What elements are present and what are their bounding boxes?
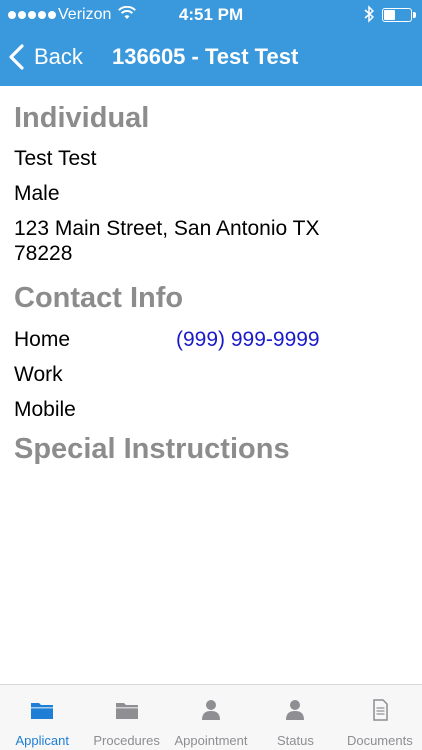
tab-label: Applicant [15, 733, 69, 748]
nav-bar: Back 136605 - Test Test [0, 30, 422, 86]
contact-type-label: Work [14, 362, 63, 386]
individual-heading: Individual [14, 102, 150, 134]
tab-documents[interactable]: Documents [338, 685, 422, 750]
tab-status[interactable]: Status [253, 685, 337, 750]
bluetooth-icon [364, 5, 374, 23]
tab-label: Documents [346, 733, 413, 748]
tab-bar: Applicant Procedures Appointment Status [0, 684, 422, 750]
status-time: 4:51 PM [178, 5, 244, 24]
special-instructions-heading: Special Instructions [14, 433, 290, 465]
status-bar: Verizon 4:51 PM [0, 0, 422, 30]
contact-row-home: Home (999) 999-9999 [14, 322, 414, 357]
home-phone-link[interactable]: (999) 999-9999 [176, 328, 320, 352]
detail-content: Individual Test Test Male 123 Main Stree… [14, 100, 414, 467]
person-icon [286, 700, 305, 720]
applicant-name: Test Test [14, 147, 97, 170]
document-icon [373, 699, 388, 721]
tab-procedures[interactable]: Procedures [84, 685, 168, 750]
contact-type-label: Mobile [14, 397, 76, 421]
back-button[interactable]: Back [8, 40, 83, 74]
folder-icon [115, 703, 138, 719]
individual-section: Individual Test Test Male 123 Main Stree… [14, 100, 414, 266]
back-label: Back [34, 44, 83, 69]
contact-detail-screen: Verizon 4:51 PM Back 136605 - Test Test … [0, 0, 422, 750]
folder-icon [31, 703, 54, 719]
contact-list: Home (999) 999-9999 Work Mobile [14, 322, 414, 427]
person-icon [202, 700, 221, 720]
contact-row-work: Work [14, 357, 414, 392]
tab-applicant[interactable]: Applicant [0, 685, 84, 750]
contact-type-label: Home [14, 327, 71, 351]
contact-row-mobile: Mobile [14, 392, 414, 427]
header: Verizon 4:51 PM Back 136605 - Test Test [0, 0, 422, 86]
chevron-left-icon [9, 44, 24, 70]
page-title: 136605 - Test Test [112, 44, 299, 69]
tab-label: Procedures [93, 733, 160, 748]
applicant-address: 123 Main Street, San Antonio TX 78228 [14, 217, 320, 265]
tab-label: Status [276, 733, 314, 748]
tab-appointment[interactable]: Appointment [169, 685, 253, 750]
applicant-gender: Male [14, 182, 60, 205]
contact-info-heading: Contact Info [14, 282, 184, 314]
battery-icon [382, 8, 416, 22]
tab-label: Appointment [174, 733, 248, 748]
